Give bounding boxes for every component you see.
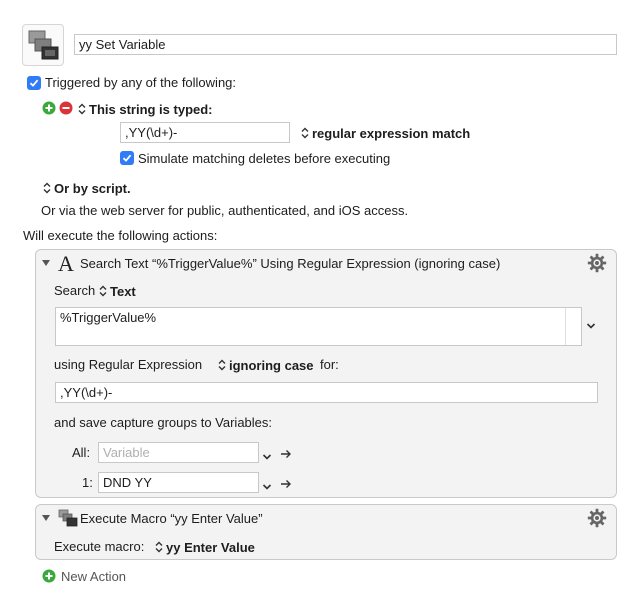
updown-chevron-icon [78,103,86,115]
case-option-label: ignoring case [229,357,314,373]
group-one-insert-arrow[interactable] [280,477,292,492]
simulate-deletes-checkbox[interactable] [120,151,134,165]
macro-name-input[interactable]: yy Set Variable [74,34,617,55]
updown-chevron-icon [155,541,163,553]
new-action-label: New Action [61,568,127,584]
actions-header: Will execute the following actions: [23,228,218,243]
collapse-triangle[interactable] [42,515,50,521]
match-type-label: regular expression match [312,125,471,141]
execute-macro-action-icon [58,509,78,527]
group-one-menu-chevron[interactable] [262,479,272,494]
capture-groups-label: and save capture groups to Variables: [54,415,273,430]
plus-circle-icon [42,569,56,583]
checkmark-icon [29,79,39,87]
updown-chevron-icon [218,359,226,371]
search-source-label: Text [110,283,136,299]
using-regex-label: using Regular Expression [54,357,203,372]
group-one-variable-input[interactable]: DND YY [98,472,259,493]
plus-circle-icon [42,101,56,115]
action-title: Search Text “%TriggerValue%” Using Regul… [80,256,501,271]
triggered-label: Triggered by any of the following: [45,75,237,90]
all-variable-menu-chevron[interactable] [262,449,272,464]
action-title: Execute Macro “yy Enter Value” [80,511,263,526]
new-action-button[interactable]: New Action [42,568,126,584]
chevron-down-icon [586,323,596,329]
macro-icon[interactable] [22,24,64,66]
script-trigger-label: Or by script. [54,180,131,196]
target-macro-popup[interactable]: yy Enter Value [155,539,255,555]
execute-macro-label: Execute macro: [54,539,145,554]
search-text-area[interactable]: %TriggerValue% [55,307,582,346]
search-source-popup[interactable]: Text [99,283,136,299]
chevron-down-icon [262,454,272,460]
action-search-text[interactable]: A Search Text “%TriggerValue%” Using Reg… [35,249,617,498]
minus-circle-icon [59,101,73,115]
arrow-right-icon [281,480,291,488]
updown-chevron-icon [43,182,51,194]
updown-chevron-icon [301,127,309,139]
group-one-label: 1: [82,475,93,490]
collapse-triangle[interactable] [42,260,50,266]
arrow-right-icon [281,450,291,458]
action-execute-macro[interactable]: Execute Macro “yy Enter Value” Execute m… [35,504,617,560]
all-variable-label: All: [72,445,91,460]
trigger-type-label: This string is typed: [89,101,213,117]
checkmark-icon [122,154,132,162]
regex-input[interactable]: ,YY(\d+)- [55,382,598,403]
search-text-value: %TriggerValue% [60,310,157,325]
all-variable-insert-arrow[interactable] [280,447,292,462]
text-area-menu-chevron[interactable] [586,318,596,333]
typed-string-input[interactable]: ,YY(\d+)- [120,122,290,143]
remove-trigger-button[interactable] [59,101,73,115]
all-variable-input[interactable]: Variable [98,442,259,463]
add-trigger-button[interactable] [42,101,56,115]
chevron-down-icon [262,484,272,490]
trigger-type-popup[interactable]: This string is typed: [78,101,213,117]
gear-icon[interactable] [587,253,607,273]
case-option-popup[interactable]: ignoring case [218,357,314,373]
web-server-text: Or via the web server for public, authen… [41,203,409,218]
simulate-deletes-label: Simulate matching deletes before executi… [138,151,391,166]
updown-chevron-icon [99,285,107,297]
target-macro-label: yy Enter Value [166,539,255,555]
search-label: Search [54,283,96,298]
script-trigger-popup[interactable]: Or by script. [43,180,131,196]
triggered-checkbox[interactable] [27,76,41,90]
for-label: for: [320,357,339,372]
search-text-action-icon: A [58,251,74,276]
match-type-popup[interactable]: regular expression match [301,125,470,141]
gear-icon[interactable] [587,508,607,528]
text-area-scroll-track [565,308,581,345]
